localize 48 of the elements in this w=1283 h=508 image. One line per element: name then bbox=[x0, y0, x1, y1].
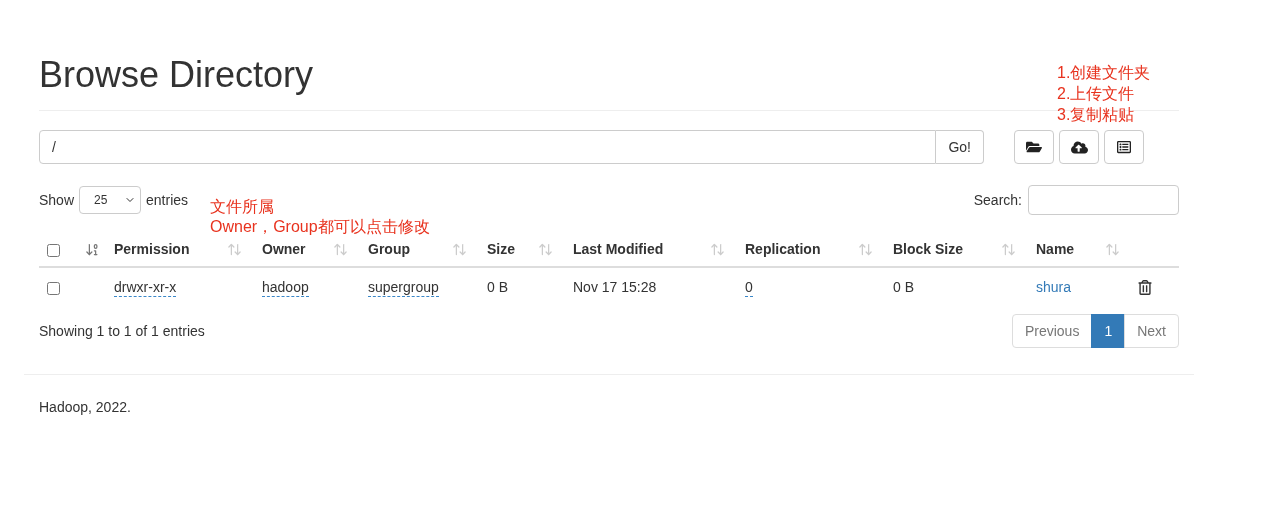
column-header[interactable]: Replication bbox=[745, 239, 821, 260]
sort-icon[interactable] bbox=[1105, 242, 1120, 257]
sort-icon[interactable] bbox=[227, 242, 242, 257]
table-cell: 0 B bbox=[487, 279, 508, 295]
select-all-checkbox[interactable] bbox=[47, 243, 60, 257]
sort-icon[interactable] bbox=[710, 242, 725, 257]
sort-icon[interactable] bbox=[333, 242, 348, 257]
sort-ascending-icon[interactable] bbox=[85, 242, 100, 257]
column-header[interactable]: Permission bbox=[114, 239, 190, 260]
editable-value[interactable]: hadoop bbox=[262, 279, 309, 297]
search-field[interactable] bbox=[1028, 185, 1179, 215]
editable-value[interactable]: supergroup bbox=[368, 279, 439, 297]
column-header[interactable]: Group bbox=[368, 239, 410, 260]
table-cell: Nov 17 15:28 bbox=[573, 279, 657, 295]
search-label: Search: bbox=[973, 190, 1022, 210]
entries-info: Showing 1 to 1 of 1 entries bbox=[39, 321, 205, 341]
entries-label: entries bbox=[146, 190, 189, 210]
annotation: 文件所属 Owner，Group都可以点击修改 bbox=[210, 197, 430, 237]
column-header[interactable]: Name bbox=[1036, 239, 1075, 260]
path-field[interactable]: / bbox=[39, 130, 937, 164]
sort-icon[interactable] bbox=[1001, 242, 1016, 257]
trash-icon[interactable] bbox=[1138, 280, 1152, 295]
editable-value[interactable]: 0 bbox=[745, 279, 753, 297]
sort-icon[interactable] bbox=[538, 242, 553, 257]
page-title: Browse Directory bbox=[39, 53, 314, 97]
file-link[interactable]: shura bbox=[1036, 279, 1072, 295]
row-checkbox[interactable] bbox=[47, 281, 60, 295]
create-folder-button[interactable] bbox=[1014, 130, 1054, 164]
footer-text: Hadoop, 2022. bbox=[39, 398, 132, 417]
table-cell: 0 B bbox=[893, 279, 914, 295]
column-header[interactable]: Owner bbox=[262, 239, 306, 260]
page-button[interactable]: Previous bbox=[1011, 314, 1093, 348]
show-label: Show bbox=[39, 190, 75, 210]
column-header[interactable]: Last Modified bbox=[573, 239, 664, 260]
page-button[interactable]: 1 bbox=[1091, 314, 1126, 348]
annotation: 1.创建文件夹 2.上传文件 3.复制粘贴 bbox=[1057, 63, 1151, 125]
folder-icon bbox=[1026, 139, 1042, 155]
go-button[interactable]: Go! bbox=[936, 130, 984, 164]
upload-button[interactable] bbox=[1059, 130, 1099, 164]
entries-select[interactable]: 25 bbox=[79, 186, 142, 214]
paste-button[interactable] bbox=[1104, 130, 1144, 164]
sort-icon[interactable] bbox=[858, 242, 873, 257]
page-button[interactable]: Next bbox=[1124, 314, 1179, 348]
list-icon bbox=[1117, 140, 1131, 154]
column-header[interactable]: Block Size bbox=[893, 239, 964, 260]
column-header[interactable]: Size bbox=[487, 239, 515, 260]
editable-value[interactable]: drwxr-xr-x bbox=[114, 279, 177, 297]
sort-icon[interactable] bbox=[452, 242, 467, 257]
